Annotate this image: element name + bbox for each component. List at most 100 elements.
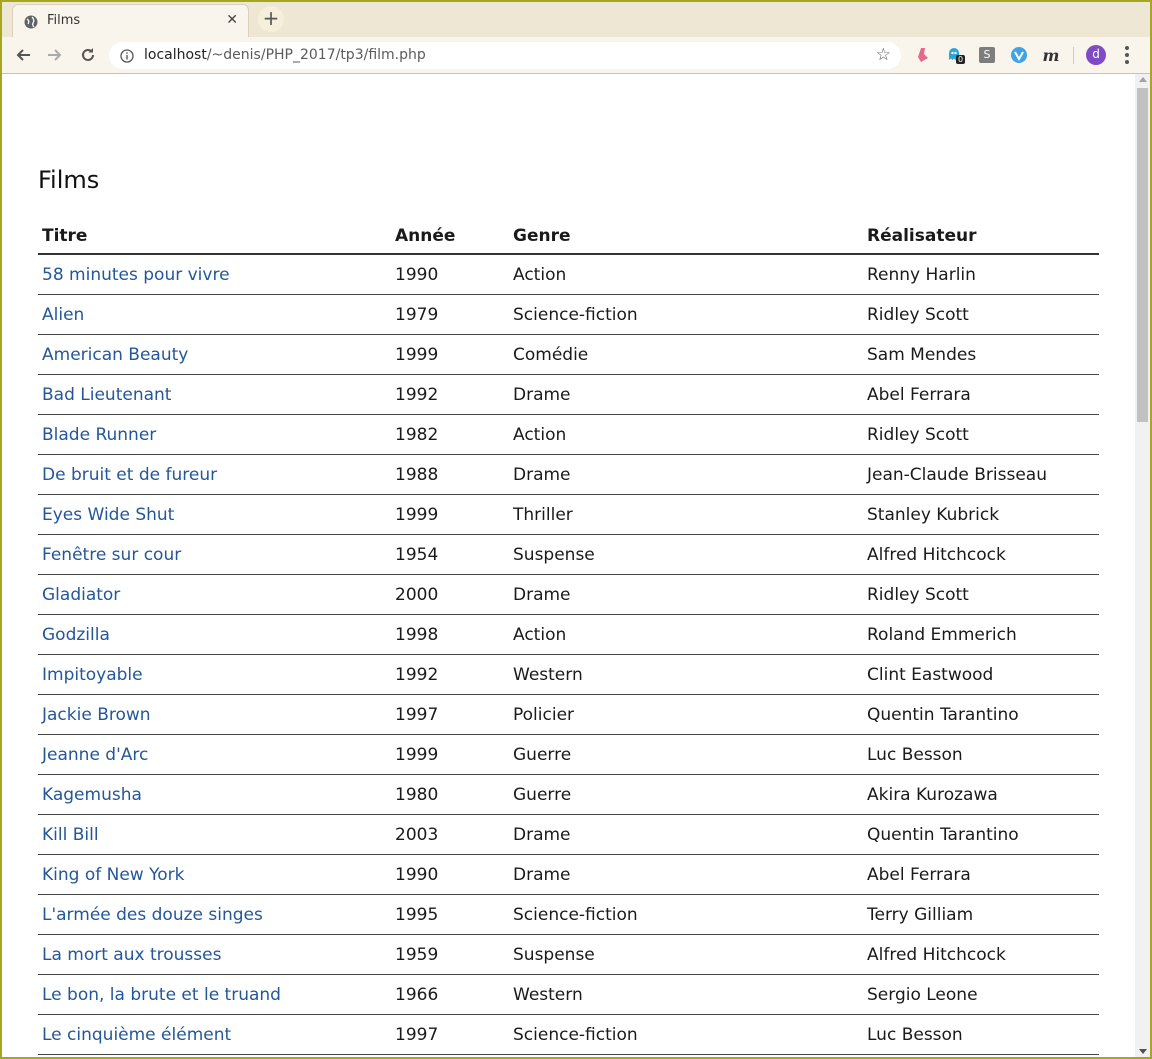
film-title-cell: Jeanne d'Arc — [38, 734, 391, 775]
film-year: 1999 — [395, 744, 439, 765]
plus-icon[interactable]: + — [258, 6, 284, 32]
film-director-cell: Quentin Tarantino — [863, 814, 1099, 855]
film-director-cell: Renny Harlin — [863, 254, 1099, 295]
table-row: Godzilla 1998 Action Roland Emmerich — [38, 614, 1099, 655]
film-title-link[interactable]: La mort aux trousses — [42, 945, 221, 965]
film-year: 1988 — [395, 464, 439, 485]
film-title-link[interactable]: Kagemusha — [42, 785, 142, 805]
film-genre: Guerre — [513, 744, 572, 765]
film-year: 2000 — [395, 584, 439, 605]
film-title-cell: King of New York — [38, 854, 391, 895]
film-year-cell: 1972 — [391, 1054, 509, 1057]
film-genre: Action — [513, 424, 567, 445]
film-title-link[interactable]: L'armée des douze singes — [42, 905, 263, 925]
film-director: Luc Besson — [867, 1024, 963, 1045]
close-icon[interactable]: ✕ — [226, 12, 238, 28]
film-title-link[interactable]: Le bon, la brute et le truand — [42, 985, 281, 1005]
film-year-cell: 1999 — [391, 494, 509, 535]
film-genre: Drame — [513, 384, 571, 405]
film-year-cell: 1995 — [391, 894, 509, 935]
table-row: Le cinquième élément 1997 Science-fiction L… — [38, 1014, 1099, 1055]
film-genre: Action — [513, 624, 567, 645]
browser-tab[interactable]: Films ✕ — [12, 4, 249, 37]
page-viewport: Films Titre Année Genre Réalisateur 58 m… — [2, 74, 1135, 1057]
film-title-cell: Fenêtre sur cour — [38, 534, 391, 575]
film-genre-cell: Action — [509, 414, 863, 455]
film-director-cell: Terry Gilliam — [863, 894, 1099, 935]
film-title-link[interactable]: American Beauty — [42, 345, 188, 365]
film-year-cell: 1966 — [391, 974, 509, 1015]
film-title-link[interactable]: King of New York — [42, 865, 184, 885]
film-director: Akira Kurozawa — [867, 784, 998, 805]
film-title-cell: Jackie Brown — [38, 694, 391, 735]
film-year-cell: 1997 — [391, 1014, 509, 1055]
film-director-cell: Ridley Scott — [863, 294, 1099, 335]
film-title-link[interactable]: Fenêtre sur cour — [42, 545, 181, 565]
toolbar: localhost/~denis/PHP_2017/tp3/film.php ☆… — [0, 37, 1152, 74]
forward-arrow-icon[interactable] — [43, 43, 67, 67]
film-director: Ridley Scott — [867, 584, 969, 605]
film-title-cell: Blade Runner — [38, 414, 391, 455]
film-title-link[interactable]: Gladiator — [42, 585, 120, 605]
film-director-cell: Alfred Hitchcock — [863, 934, 1099, 975]
film-title-link[interactable]: Eyes Wide Shut — [42, 505, 174, 525]
extension-v-icon[interactable] — [1009, 45, 1029, 65]
scrollbar-thumb[interactable] — [1137, 88, 1148, 422]
film-genre: Drame — [513, 824, 571, 845]
film-title-link[interactable]: Jeanne d'Arc — [42, 745, 148, 765]
film-title-link[interactable]: Impitoyable — [42, 665, 143, 685]
film-genre-cell: Guerre — [509, 734, 863, 775]
film-year: 1954 — [395, 544, 439, 565]
extension-ghost-icon[interactable]: 0 — [945, 45, 966, 65]
kebab-menu-icon[interactable] — [1120, 43, 1134, 67]
film-title-link[interactable]: Godzilla — [42, 625, 110, 645]
film-title-link[interactable]: Blade Runner — [42, 425, 156, 445]
film-genre: Western — [513, 984, 583, 1005]
back-arrow-icon[interactable] — [11, 43, 35, 67]
film-title-cell: Le bon, la brute et le truand — [38, 974, 391, 1015]
film-title-link[interactable]: 58 minutes pour vivre — [42, 265, 230, 285]
film-director-cell: Sergio Leone — [863, 974, 1099, 1015]
star-icon[interactable]: ☆ — [876, 45, 891, 65]
film-director: Roland Emmerich — [867, 624, 1017, 645]
film-genre-cell: Drame — [509, 454, 863, 495]
film-year-cell: 1990 — [391, 254, 509, 295]
film-title-link[interactable]: Bad Lieutenant — [42, 385, 171, 405]
film-director-cell: Akira Kurozawa — [863, 774, 1099, 815]
film-director-cell: Sam Mendes — [863, 334, 1099, 375]
url-text[interactable]: localhost/~denis/PHP_2017/tp3/film.php — [144, 47, 426, 63]
film-title-cell: Godzilla — [38, 614, 391, 655]
film-genre: Science-fiction — [513, 1024, 638, 1045]
film-title-link[interactable]: Le cinquième élément — [42, 1025, 231, 1045]
film-title-link[interactable]: Jackie Brown — [42, 705, 151, 725]
film-title-link[interactable]: Alien — [42, 305, 84, 325]
scroll-down-arrow-icon[interactable] — [1139, 1049, 1147, 1054]
film-title-cell: Eyes Wide Shut — [38, 494, 391, 535]
film-director: Alfred Hitchcock — [867, 544, 1006, 565]
film-title-link[interactable]: Kill Bill — [42, 825, 99, 845]
extension-pink-icon[interactable] — [913, 45, 933, 65]
film-genre: Suspense — [513, 544, 595, 565]
film-year-cell: 2000 — [391, 574, 509, 615]
film-genre-cell: Policier — [509, 694, 863, 735]
vertical-scrollbar[interactable] — [1135, 74, 1150, 1057]
film-genre-cell: Drame — [509, 814, 863, 855]
extension-m-icon[interactable]: m — [1041, 45, 1061, 65]
film-year: 1998 — [395, 624, 439, 645]
film-title-cell: Alien — [38, 294, 391, 335]
column-header-genre: Genre — [509, 219, 863, 255]
info-icon[interactable] — [120, 48, 134, 63]
film-genre-cell: Guerre — [509, 774, 863, 815]
film-genre: Science-fiction — [513, 904, 638, 925]
scroll-up-arrow-icon[interactable] — [1139, 77, 1147, 82]
reload-icon[interactable] — [76, 43, 100, 67]
film-title-cell: De bruit et de fureur — [38, 454, 391, 495]
avatar[interactable]: d — [1086, 45, 1106, 65]
film-year: 1997 — [395, 1024, 439, 1045]
film-genre-cell: Science-fiction — [509, 294, 863, 335]
url-path: /~denis/PHP_2017/tp3/film.php — [206, 47, 426, 63]
film-title-link[interactable]: De bruit et de fureur — [42, 465, 217, 485]
extension-s-icon[interactable]: S — [977, 45, 997, 65]
address-bar[interactable]: localhost/~denis/PHP_2017/tp3/film.php ☆ — [109, 42, 901, 69]
film-year-cell: 1990 — [391, 854, 509, 895]
